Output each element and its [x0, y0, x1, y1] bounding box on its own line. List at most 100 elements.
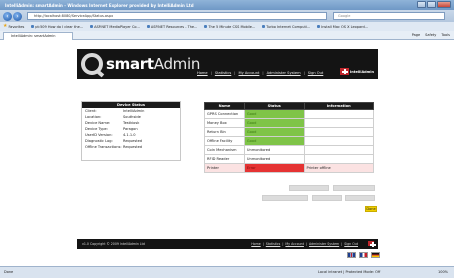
page-icon	[262, 25, 266, 28]
table-row: Coin Mechanism Unmonitored	[204, 145, 374, 155]
device-value: Testkiosk	[123, 121, 140, 125]
favorite-link[interactable]: Install Mac OS X Leopard...	[317, 25, 368, 29]
main-nav: Home | Statistics | My Account | Administer…	[197, 71, 323, 75]
page-icon	[146, 25, 150, 28]
component-name: Printer	[204, 163, 245, 173]
favorite-link[interactable]: The 5 Minute CSS Mobile...	[204, 25, 255, 29]
nav-my-account[interactable]: My Account	[239, 71, 260, 75]
component-status: Good	[243, 109, 305, 119]
page-viewport: smartAdmin Home | Statistics | My Account |…	[0, 40, 454, 266]
page-icon	[204, 25, 208, 28]
uk-flag-icon[interactable]	[347, 252, 356, 258]
device-key: Device Name:	[85, 121, 111, 125]
back-button[interactable]: ‹	[3, 11, 12, 21]
footer-separator: |	[282, 242, 284, 246]
maximize-button[interactable]	[427, 1, 436, 8]
tools-menu[interactable]: Tools	[441, 32, 450, 39]
table-row: GPRS Connection Good	[204, 109, 374, 119]
favorite-label: pt:509 How do I clear the...	[35, 24, 84, 29]
app-header: smartAdmin Home | Statistics | My Account |…	[77, 49, 378, 79]
table-row: Printer Error Printer offline	[204, 163, 374, 173]
footer-nav-sign-out[interactable]: Sign Out	[344, 242, 358, 246]
de-flag-icon[interactable]	[371, 252, 380, 258]
logo-suffix: Admin	[153, 55, 201, 73]
status-text: Done	[4, 270, 14, 274]
minimize-button[interactable]	[417, 1, 426, 8]
component-info	[303, 145, 374, 155]
device-row: Offline Transactions: Requested	[82, 144, 180, 150]
device-key: Device Type:	[85, 127, 108, 131]
component-status: Unmonitored	[243, 154, 305, 164]
device-value: Requested	[123, 145, 143, 149]
device-value: IntelliAdmin	[123, 109, 145, 113]
zoom-level[interactable]: 100%	[438, 267, 448, 278]
favorite-link[interactable]: ASP.NET Resources - The...	[146, 24, 198, 29]
component-info	[303, 154, 374, 164]
footer-nav-home[interactable]: Home	[251, 242, 260, 246]
safety-menu[interactable]: Safety	[425, 32, 436, 39]
favorite-link[interactable]: ASP.NET MediaPlayer Co...	[90, 25, 140, 29]
nav-separator: |	[234, 71, 236, 75]
device-key: Client:	[85, 109, 97, 113]
command-bar: Page Safety Tools	[412, 32, 450, 39]
page-icon	[317, 25, 321, 28]
nav-separator: |	[303, 71, 305, 75]
nav-home[interactable]: Home	[197, 71, 208, 75]
smartadmin-logo[interactable]: smartAdmin	[81, 53, 200, 75]
component-status: Good	[243, 127, 305, 137]
component-info: Printer offline	[303, 163, 374, 173]
star-icon: ★	[3, 23, 8, 29]
action-button[interactable]	[312, 195, 342, 201]
component-info	[303, 127, 374, 137]
app-footer: v1.0 Copyright © 2009 IntelliAdmin Ltd H…	[77, 239, 378, 249]
action-button[interactable]	[345, 195, 375, 201]
footer-nav-statistics[interactable]: Statistics	[266, 242, 281, 246]
forward-button[interactable]: ›	[13, 11, 22, 21]
header-status: Status	[243, 102, 305, 110]
address-bar[interactable]: http://localhost:8080/ServiceApp/Status.…	[27, 12, 327, 20]
tab-smartadmin[interactable]: IntelliAdmin: smartAdmin	[3, 32, 73, 40]
device-status-panel: Device Status Client: IntelliAdmin Locati…	[81, 101, 181, 161]
action-button[interactable]	[262, 195, 308, 201]
nav-sign-out[interactable]: Sign Out	[308, 71, 324, 75]
table-row: Money Box Good	[204, 118, 374, 128]
favorite-label: The 5 Minute CSS Mobile...	[208, 24, 256, 29]
nav-administer-system[interactable]: Administer System	[267, 71, 301, 75]
component-info	[303, 118, 374, 128]
brand-logo: IntelliAdmin	[340, 68, 374, 75]
search-input[interactable]: Google	[333, 12, 445, 20]
component-name: Money Box	[204, 118, 245, 128]
footer-nav-my-account[interactable]: My Account	[285, 242, 304, 246]
window-title: IntelliAdmin: smartAdmin - Windows Inter…	[5, 2, 194, 8]
component-status: Good	[243, 136, 305, 146]
footer-nav-administer-system[interactable]: Administer System	[309, 242, 339, 246]
footer-nav: Home | Statistics | My Account | Administer…	[251, 242, 358, 246]
footer-separator: |	[305, 242, 308, 246]
favorite-label: ASP.NET MediaPlayer Co...	[94, 24, 140, 29]
favorites-button[interactable]: ★ Favorites	[3, 24, 24, 29]
device-value: Paragon	[123, 127, 138, 131]
favorite-link[interactable]: pt:509 How do I clear the...	[31, 25, 83, 29]
table-row: RFID Reader Unmonitored	[204, 154, 374, 164]
cross-logo-icon	[368, 241, 376, 247]
nav-statistics[interactable]: Statistics	[215, 71, 231, 75]
done-button[interactable]: Done	[365, 206, 377, 212]
favorite-label: ASP.NET Resources - The...	[150, 24, 198, 29]
footer-brand	[368, 241, 376, 247]
language-selector	[347, 252, 380, 258]
header-name: Name	[204, 102, 245, 110]
favorite-link[interactable]: Turbo Internet Computi...	[262, 25, 310, 29]
favorite-label: Install Mac OS X Leopard...	[321, 24, 369, 29]
close-button[interactable]	[437, 1, 451, 8]
page-menu[interactable]: Page	[412, 32, 420, 39]
device-key: UserID Version:	[85, 133, 113, 137]
component-status-table: Name Status Information GPRS Connection …	[204, 102, 374, 173]
magnifier-logo-icon	[81, 53, 103, 75]
device-value: Southside	[123, 115, 141, 119]
nav-separator: |	[210, 71, 212, 75]
action-button[interactable]	[289, 185, 329, 191]
component-status: Good	[243, 118, 305, 128]
action-button[interactable]	[333, 185, 375, 191]
fr-flag-icon[interactable]	[359, 252, 368, 258]
table-row: Return Bin Good	[204, 127, 374, 137]
